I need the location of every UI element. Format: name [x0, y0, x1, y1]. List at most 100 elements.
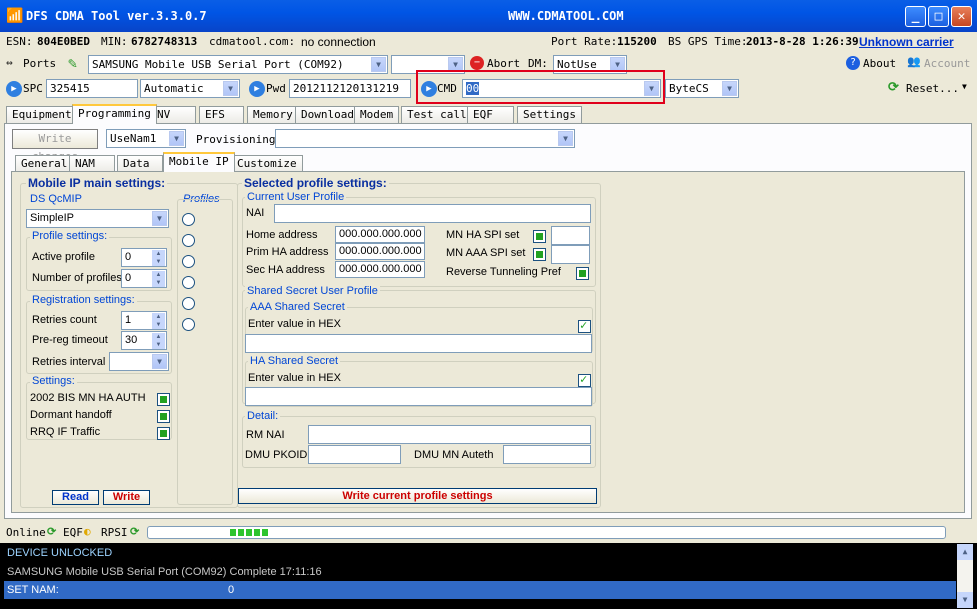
spin-up-icon[interactable]: ▲ — [152, 250, 165, 258]
plug-icon[interactable]: ✎ — [68, 54, 77, 72]
aaa-hex-checkbox[interactable] — [578, 318, 591, 333]
cmd-select[interactable]: 00 ▼ — [462, 79, 661, 98]
write-current-button[interactable]: Write current profile settings — [238, 488, 597, 504]
prim-ha-input[interactable]: 000.000.000.000 — [335, 243, 425, 260]
tab-settings[interactable]: Settings — [517, 106, 582, 123]
retries-count-spinner[interactable]: 1 ▲ ▼ — [121, 311, 167, 330]
dmu-pkoid-input[interactable] — [308, 445, 401, 464]
carrier-link[interactable]: Unknown carrier — [859, 33, 954, 51]
provisioning-select[interactable]: ▼ — [275, 129, 575, 148]
antenna-icon: 📶 — [6, 8, 24, 24]
ports-icon: ⇔ — [6, 56, 13, 69]
minimize-button[interactable]: _ — [905, 6, 926, 27]
rpsi-label: RPSI — [101, 526, 128, 539]
spc-input[interactable]: 325415 — [46, 79, 138, 98]
tab-eqf[interactable]: EQF — [467, 106, 514, 123]
tab-equipment[interactable]: Equipment — [6, 106, 78, 123]
aaa-secret-label: AAA Shared Secret — [248, 301, 347, 313]
profile-radio-4[interactable] — [182, 297, 195, 310]
profile-radio-2[interactable] — [182, 255, 195, 268]
opt-rrq-checkbox[interactable] — [157, 427, 170, 440]
main-tabs: Equipment Programming NV EFS Memory Down… — [0, 104, 977, 124]
reverse-tunnel-checkbox[interactable] — [576, 267, 589, 280]
ds-label: DS QcMIP — [30, 193, 82, 205]
spin-up-icon[interactable]: ▲ — [152, 313, 165, 321]
pwd-input[interactable]: 2012112120131219 — [289, 79, 411, 98]
mn-ha-spi-input[interactable] — [551, 226, 590, 245]
about-button[interactable]: About — [863, 57, 896, 70]
scroll-up-icon[interactable]: ▲ — [957, 544, 973, 560]
spin-up-icon[interactable]: ▲ — [152, 333, 165, 341]
num-profiles-spinner[interactable]: 0 ▲ ▼ — [121, 269, 167, 288]
ha-hex-label: Enter value in HEX — [248, 372, 341, 384]
home-address-input[interactable]: 000.000.000.000 — [335, 226, 425, 243]
nam-select[interactable]: UseNam1 ▼ — [106, 129, 186, 148]
cmd-type-select[interactable]: ByteCS ▼ — [665, 79, 739, 98]
dropdown-arrow-icon[interactable]: ▼ — [962, 82, 967, 91]
aaa-secret-input[interactable] — [245, 334, 592, 353]
dmu-mn-input[interactable] — [503, 445, 591, 464]
opt-dormant-checkbox[interactable] — [157, 410, 170, 423]
subtab-customize[interactable]: Customize — [231, 155, 303, 172]
cmd-select-value: 00 — [466, 82, 480, 95]
read-button[interactable]: Read — [52, 490, 99, 505]
scroll-down-icon[interactable]: ▼ — [957, 592, 973, 608]
profile-radio-5[interactable] — [182, 318, 195, 331]
subtab-mobile-ip[interactable]: Mobile IP — [163, 152, 235, 172]
ha-hex-checkbox[interactable] — [578, 372, 591, 387]
close-button[interactable]: ✕ — [951, 6, 972, 27]
tab-programming[interactable]: Programming — [72, 104, 157, 124]
spin-down-icon[interactable]: ▼ — [152, 321, 165, 329]
mn-aaa-spi-checkbox[interactable] — [533, 248, 546, 261]
cmd-button[interactable]: CMD — [437, 82, 457, 95]
tab-modem[interactable]: Modem — [354, 106, 400, 123]
tab-nv[interactable]: NV — [151, 106, 196, 123]
log-line-selected[interactable]: SET NAM: 0 — [4, 581, 956, 599]
retries-interval-select[interactable]: ▼ — [109, 352, 169, 371]
account-button[interactable]: Account — [924, 57, 970, 70]
log-line: DEVICE UNLOCKED — [4, 544, 956, 562]
sec-ha-input[interactable]: 000.000.000.000 — [335, 261, 425, 278]
reset-button[interactable]: Reset... — [906, 82, 959, 95]
profile-radio-1[interactable] — [182, 234, 195, 247]
mn-aaa-spi-input[interactable] — [551, 245, 590, 264]
log-text: DEVICE UNLOCKED — [7, 547, 113, 559]
opt-2002bis-checkbox[interactable] — [157, 393, 170, 406]
profile-radio-0[interactable] — [182, 213, 195, 226]
subtab-nam[interactable]: NAM — [69, 155, 115, 172]
tab-memory[interactable]: Memory — [247, 106, 299, 123]
profile-radio-3[interactable] — [182, 276, 195, 289]
spc-mode-value: Automatic — [144, 82, 204, 95]
log-scrollbar[interactable]: ▲ ▼ — [957, 544, 973, 608]
tab-download[interactable]: Download — [295, 106, 360, 123]
spc-mode-select[interactable]: Automatic ▼ — [140, 79, 240, 98]
maximize-button[interactable]: □ — [928, 6, 949, 27]
active-profile-spinner[interactable]: 0 ▲ ▼ — [121, 248, 167, 267]
spin-down-icon[interactable]: ▼ — [152, 279, 165, 287]
ha-secret-input[interactable] — [245, 387, 592, 406]
ports-button[interactable]: Ports — [23, 57, 56, 70]
rm-nai-input[interactable] — [308, 425, 591, 444]
tab-test-call[interactable]: Test call — [401, 106, 473, 123]
spin-up-icon[interactable]: ▲ — [152, 271, 165, 279]
ds-select[interactable]: SimpleIP ▼ — [26, 209, 169, 228]
abort-icon: − — [470, 56, 484, 70]
write-changes-button[interactable]: Write changes — [12, 129, 98, 163]
subtab-data[interactable]: Data — [117, 155, 163, 172]
prereg-spinner[interactable]: 30 ▲ ▼ — [121, 331, 167, 350]
opt-2002bis-label: 2002 BIS MN HA AUTH — [30, 392, 146, 404]
mn-ha-spi-checkbox[interactable] — [533, 230, 546, 243]
nai-input[interactable] — [274, 204, 591, 223]
subtab-general[interactable]: General — [15, 155, 74, 172]
tab-efs[interactable]: EFS — [199, 106, 244, 123]
spin-down-icon[interactable]: ▼ — [152, 258, 165, 266]
gps-time: 2013-8-28 1:26:39 — [746, 35, 859, 48]
spc-button[interactable]: SPC — [23, 82, 43, 95]
abort-button[interactable]: Abort — [487, 57, 520, 70]
port-select[interactable]: SAMSUNG Mobile USB Serial Port (COM92) ▼ — [88, 55, 388, 74]
spin-down-icon[interactable]: ▼ — [152, 341, 165, 349]
pwd-button[interactable]: Pwd — [266, 82, 286, 95]
selected-profile-title: Selected profile settings: — [242, 176, 389, 190]
mn-ha-spi-label: MN HA SPI set — [446, 229, 520, 241]
write-button[interactable]: Write — [103, 490, 150, 505]
